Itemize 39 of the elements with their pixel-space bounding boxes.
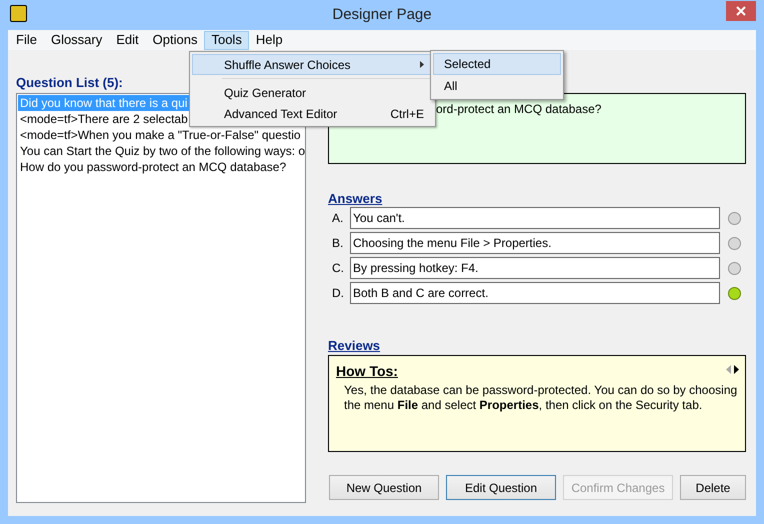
list-item[interactable]: How do you password-protect an MCQ database?: [18, 159, 304, 175]
review-heading: How Tos:: [336, 362, 398, 381]
action-button[interactable]: Delete: [680, 475, 746, 500]
menu-item[interactable]: Glossary: [44, 30, 110, 50]
answer-letter: A.: [332, 210, 344, 227]
answer-letter: C.: [332, 260, 345, 277]
answer-indicator[interactable]: [728, 236, 741, 250]
menu-item[interactable]: Help: [248, 30, 290, 50]
shortcut-text: Ctrl+E: [390, 106, 424, 122]
list-item[interactable]: You can Start the Quiz by two of the following ways: o: [18, 143, 304, 159]
menu-item[interactable]: Edit: [109, 30, 146, 50]
answer-letter: D.: [332, 285, 345, 302]
menu-item[interactable]: Tools: [204, 30, 249, 50]
close-button[interactable]: [726, 1, 756, 21]
action-button[interactable]: Edit Question: [446, 475, 556, 500]
reviews-label: Reviews: [328, 337, 380, 355]
answer-field[interactable]: Both B and C are correct.: [350, 282, 720, 304]
close-icon: [736, 6, 746, 16]
answer-letter: B.: [332, 235, 344, 252]
window-title: Designer Page: [332, 4, 432, 25]
answer-field[interactable]: By pressing hotkey: F4.: [350, 257, 720, 279]
menu-entry[interactable]: Shuffle Answer Choices: [192, 54, 433, 75]
answer-field[interactable]: Choosing the menu File > Properties.: [350, 232, 720, 254]
answer-indicator[interactable]: [728, 262, 741, 274]
app-icon: [10, 5, 27, 22]
next-arrow-icon[interactable]: [734, 365, 739, 374]
menu-entry[interactable]: All: [433, 75, 561, 97]
menu-item[interactable]: File: [9, 30, 44, 50]
review-text: Yes, the database can be password-protected. You can do so by choosing the menu File and select Properties, then click on the Security tab.: [344, 383, 738, 413]
answer-field[interactable]: You can't.: [350, 207, 720, 229]
list-item[interactable]: <mode=tf>When you make a "True-or-False" questio: [18, 127, 304, 143]
menu-item[interactable]: Options: [146, 30, 204, 50]
action-button[interactable]: New Question: [329, 475, 439, 500]
answer-indicator[interactable]: [728, 286, 741, 300]
question-text: ord-protect an MCQ database?: [436, 101, 602, 118]
answers-label: Answers: [328, 190, 382, 208]
menu-entry[interactable]: Selected: [433, 53, 561, 75]
list-label: Question List (5):: [16, 74, 123, 92]
answer-indicator[interactable]: [728, 212, 741, 224]
